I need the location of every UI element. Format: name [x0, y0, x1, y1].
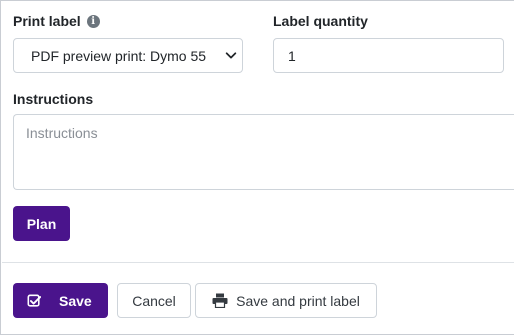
- label-quantity-value: 1: [288, 47, 296, 64]
- save-button-label: Save: [59, 292, 92, 309]
- print-label-heading: Print label i: [13, 13, 100, 29]
- chevron-down-icon: [225, 52, 237, 59]
- label-quantity-input[interactable]: 1: [273, 38, 504, 73]
- instructions-label-text: Instructions: [13, 91, 94, 107]
- save-button[interactable]: Save: [13, 283, 108, 318]
- footer-divider: [2, 262, 514, 263]
- print-label-select-value: PDF preview print: Dymo 55: [31, 47, 207, 64]
- check-square-icon: [27, 294, 41, 307]
- form-panel: Print label i PDF preview print: Dymo 55…: [0, 0, 514, 335]
- plan-button[interactable]: Plan: [13, 206, 70, 241]
- label-quantity-heading: Label quantity: [273, 13, 368, 29]
- printer-icon: [212, 293, 228, 308]
- save-and-print-label: Save and print label: [236, 292, 360, 309]
- info-circle-icon[interactable]: i: [86, 14, 100, 28]
- save-and-print-button[interactable]: Save and print label: [195, 283, 377, 318]
- label-quantity-text: Label quantity: [273, 13, 368, 29]
- instructions-heading: Instructions: [13, 91, 93, 107]
- print-label-text: Print label: [13, 13, 81, 29]
- print-label-select[interactable]: PDF preview print: Dymo 55: [13, 38, 243, 73]
- instructions-placeholder: Instructions: [26, 125, 98, 141]
- instructions-textarea[interactable]: Instructions: [13, 114, 514, 190]
- cancel-button[interactable]: Cancel: [117, 283, 191, 318]
- cancel-button-label: Cancel: [132, 292, 176, 309]
